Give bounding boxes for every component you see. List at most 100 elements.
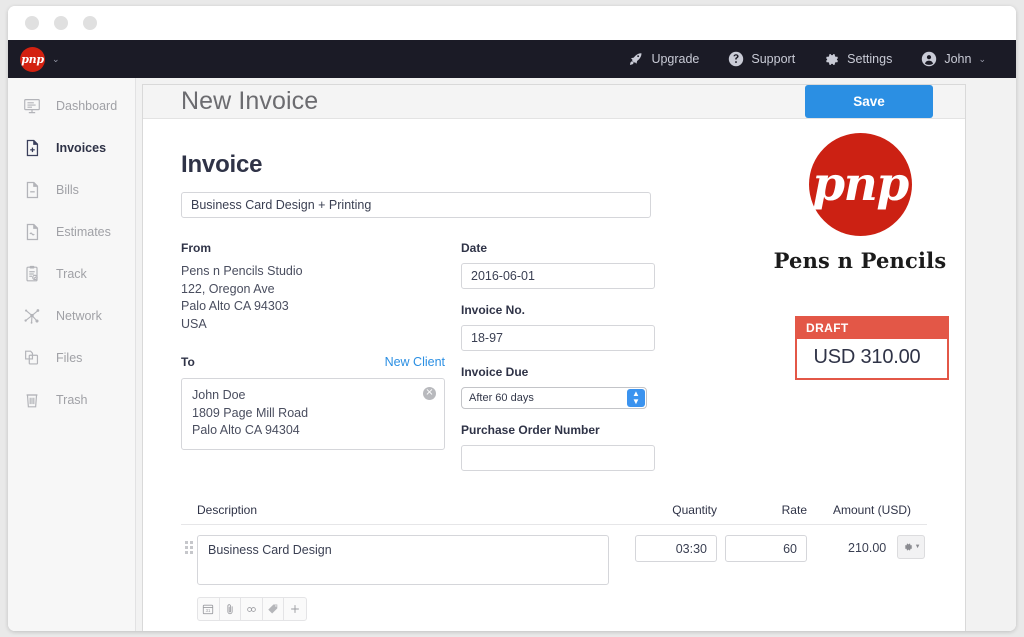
- from-address: Pens n Pencils Studio 122, Oregon Ave Pa…: [181, 263, 451, 333]
- user-chevron-down-icon: ⌄: [978, 53, 986, 64]
- line-item-toolbar: 31: [197, 597, 307, 621]
- invoice-card: New Invoice Save Invoice From Pens n Pen…: [142, 84, 966, 631]
- drag-handle[interactable]: [181, 535, 197, 555]
- party-column: From Pens n Pencils Studio 122, Oregon A…: [181, 241, 451, 485]
- dashboard-icon: [21, 95, 43, 117]
- invoice-no-label: Invoice No.: [461, 303, 526, 317]
- plus-icon[interactable]: [284, 598, 306, 620]
- sidebar-item-label: Trash: [56, 393, 88, 407]
- line-items-table: Description Quantity Rate Amount (USD) B…: [181, 503, 927, 631]
- tag-icon[interactable]: [263, 598, 285, 620]
- quantity-input[interactable]: [635, 535, 717, 562]
- from-line: USA: [181, 316, 207, 331]
- rate-input[interactable]: [725, 535, 807, 562]
- sidebar-item-track[interactable]: Track: [8, 253, 135, 295]
- bill-minus-icon: [21, 179, 43, 201]
- network-icon: [21, 305, 43, 327]
- quantity-cell: [627, 535, 717, 621]
- date-label: Date: [461, 241, 488, 255]
- purchase-order-input[interactable]: [461, 445, 655, 471]
- description-cell: 31: [197, 535, 627, 621]
- sidebar-item-label: Estimates: [56, 225, 111, 239]
- sidebar-item-label: Dashboard: [56, 99, 118, 113]
- brand-menu[interactable]: pnp ⌄: [20, 46, 60, 72]
- sidebar-item-dashboard[interactable]: Dashboard: [8, 85, 135, 127]
- estimate-icon: [21, 221, 43, 243]
- close-button[interactable]: [25, 16, 39, 30]
- card-header: New Invoice Save: [143, 85, 965, 119]
- main-content: New Invoice Save Invoice From Pens n Pen…: [136, 78, 1016, 631]
- nav-item-settings[interactable]: Settings: [809, 40, 906, 78]
- to-line: 1809 Page Mill Road: [192, 405, 309, 420]
- app-body: Dashboard Invoices Bills Estimates Track…: [8, 78, 1016, 631]
- sidebar-item-network[interactable]: Network: [8, 295, 135, 337]
- paperclip-icon[interactable]: [220, 598, 242, 620]
- invoice-number-input[interactable]: [461, 325, 655, 351]
- gear-icon: [823, 51, 840, 68]
- new-client-link[interactable]: New Client: [385, 355, 445, 369]
- nav-item-label: Support: [751, 52, 796, 66]
- sidebar-item-trash[interactable]: Trash: [8, 379, 135, 421]
- card-body: Invoice From Pens n Pencils Studio 122, …: [143, 119, 965, 631]
- nav-item-upgrade[interactable]: Upgrade: [613, 40, 713, 78]
- sidebar-item-label: Track: [56, 267, 87, 281]
- nav-item-user-menu[interactable]: John ⌄: [906, 40, 1000, 78]
- link-icon[interactable]: [241, 598, 263, 620]
- save-button[interactable]: Save: [805, 85, 933, 118]
- sidebar-item-label: Network: [56, 309, 102, 323]
- status-badge: DRAFT: [797, 318, 947, 339]
- to-header-row: To New Client: [181, 355, 445, 369]
- user-circle-icon: [920, 51, 937, 68]
- sidebar-item-invoices[interactable]: Invoices: [8, 127, 135, 169]
- sidebar-item-label: Files: [56, 351, 83, 365]
- app-window: pnp ⌄ Upgrade Support Settings John ⌄ Da…: [8, 6, 1016, 631]
- invoice-due-select[interactable]: After 60 days: [461, 387, 647, 409]
- minimize-button[interactable]: [54, 16, 68, 30]
- from-label: From: [181, 241, 211, 255]
- sidebar: Dashboard Invoices Bills Estimates Track…: [8, 78, 136, 631]
- invoice-title-input[interactable]: [181, 192, 651, 218]
- invoice-no-field-group: Invoice No.: [461, 303, 661, 351]
- line-items-header-row: Description Quantity Rate Amount (USD): [181, 503, 927, 525]
- from-line: Palo Alto CA 94303: [181, 299, 289, 313]
- to-label: To: [181, 355, 195, 369]
- calendar-icon[interactable]: 31: [198, 598, 220, 620]
- nav-item-label: John: [944, 52, 972, 66]
- invoice-plus-icon: [21, 137, 43, 159]
- po-field-group: Purchase Order Number: [461, 423, 661, 471]
- from-line: 122, Oregon Ave: [181, 281, 275, 296]
- row-menu-gear-icon[interactable]: ▼: [897, 535, 925, 559]
- to-line: John Doe: [192, 388, 246, 402]
- meta-column: Date Invoice No. Invoice Due: [461, 241, 661, 485]
- invoice-total-box: DRAFT USD 310.00: [795, 316, 949, 380]
- help-circle-icon: [727, 51, 744, 68]
- svg-text:31: 31: [206, 608, 211, 613]
- page-title: New Invoice: [181, 87, 319, 115]
- clear-client-icon[interactable]: ×: [423, 387, 436, 400]
- files-icon: [21, 347, 43, 369]
- date-field-group: Date: [461, 241, 661, 289]
- po-label: Purchase Order Number: [461, 423, 600, 437]
- from-line: Pens n Pencils Studio: [181, 264, 303, 278]
- invoice-due-field-group: Invoice Due After 60 days ▲ ▼: [461, 365, 661, 409]
- to-client-box[interactable]: × John Doe 1809 Page Mill Road Palo Alto…: [181, 378, 445, 450]
- brand-logo-icon: pnp: [20, 46, 45, 72]
- zoom-button[interactable]: [83, 16, 97, 30]
- clipboard-check-icon: [21, 263, 43, 285]
- sidebar-item-files[interactable]: Files: [8, 337, 135, 379]
- rate-cell: [717, 535, 807, 621]
- column-header-quantity: Quantity: [672, 503, 717, 517]
- nav-item-support[interactable]: Support: [713, 40, 809, 78]
- rocket-icon: [627, 51, 644, 68]
- sidebar-item-estimates[interactable]: Estimates: [8, 211, 135, 253]
- to-address: John Doe 1809 Page Mill Road Palo Alto C…: [192, 387, 434, 440]
- brand-chevron-down-icon: ⌄: [52, 53, 60, 64]
- description-input[interactable]: [197, 535, 609, 585]
- invoice-due-label: Invoice Due: [461, 365, 529, 379]
- sidebar-item-bills[interactable]: Bills: [8, 169, 135, 211]
- sidebar-item-label: Invoices: [56, 141, 107, 155]
- sidebar-item-label: Bills: [56, 183, 79, 197]
- invoice-total-amount: USD 310.00: [813, 346, 921, 368]
- date-input[interactable]: [461, 263, 655, 289]
- nav-item-label: Upgrade: [651, 52, 700, 66]
